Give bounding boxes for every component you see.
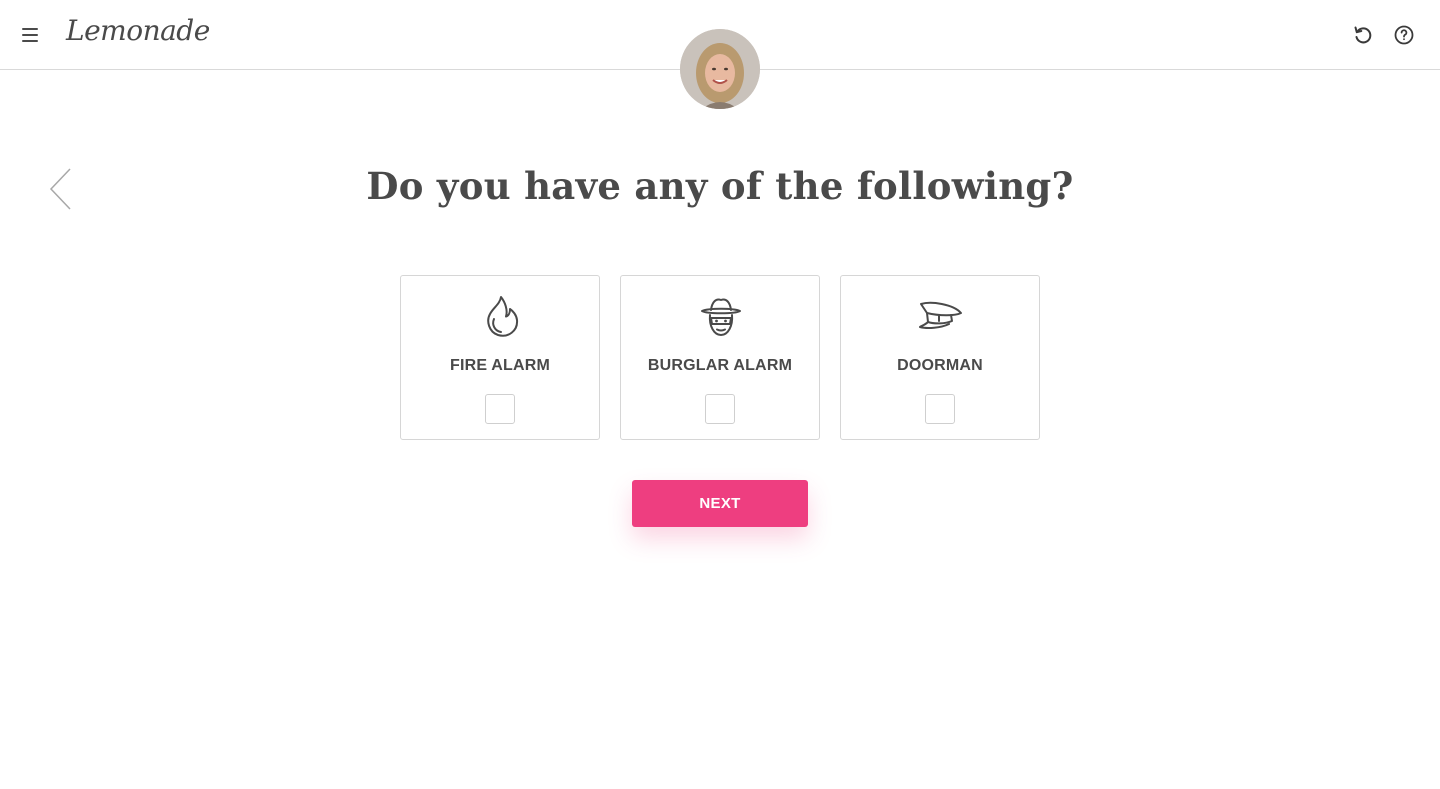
option-label: BURGLAR ALARM: [647, 357, 793, 374]
doorman-cap-icon: [919, 294, 963, 340]
option-label: DOORMAN: [897, 357, 983, 374]
next-button[interactable]: NEXT: [632, 480, 808, 527]
option-card-doorman[interactable]: DOORMAN: [840, 275, 1040, 440]
assistant-avatar: [680, 29, 760, 109]
restart-icon[interactable]: [1352, 24, 1374, 46]
hamburger-menu-icon[interactable]: [20, 25, 40, 45]
brand-logo[interactable]: Lemonade: [66, 14, 210, 47]
fire-alarm-checkbox[interactable]: [485, 394, 515, 424]
option-card-fire-alarm[interactable]: FIRE ALARM: [400, 275, 600, 440]
option-label: FIRE ALARM: [449, 357, 551, 374]
doorman-checkbox[interactable]: [925, 394, 955, 424]
options-list: FIRE ALARM BURGLAR ALARM DOORMAN: [400, 275, 1040, 440]
burglar-alarm-checkbox[interactable]: [705, 394, 735, 424]
flame-icon: [479, 294, 523, 340]
burglar-icon: [699, 294, 743, 340]
question-heading: Do you have any of the following?: [366, 164, 1074, 208]
help-icon[interactable]: [1393, 24, 1415, 46]
option-card-burglar-alarm[interactable]: BURGLAR ALARM: [620, 275, 820, 440]
